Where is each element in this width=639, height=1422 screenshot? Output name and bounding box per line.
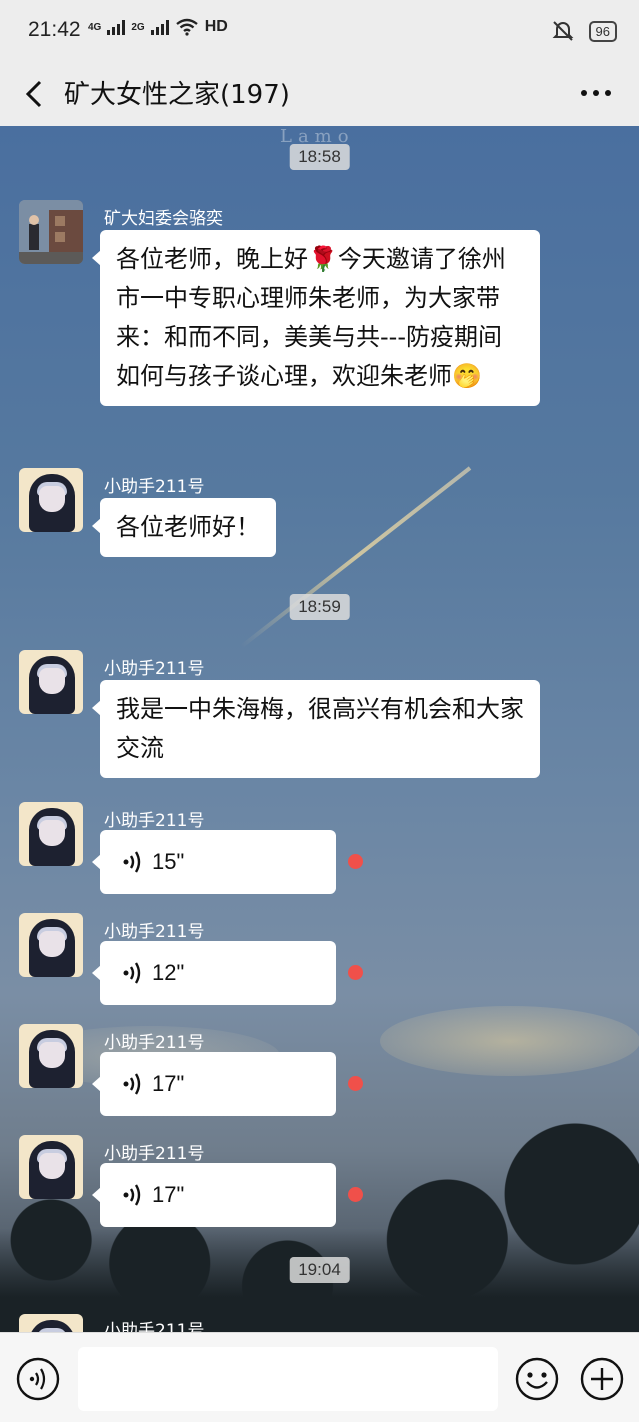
network-indicators: 4G 2G HD [88,18,228,36]
avatar-photo-icon [19,200,83,264]
avatar[interactable] [19,1135,83,1199]
message-bubble[interactable]: 各位老师好！ [92,498,276,557]
unread-dot [348,854,363,869]
voice-wave-icon [123,1073,141,1095]
battery-icon: 96 [588,20,617,42]
voice-wave-icon [123,1184,141,1206]
voice-duration: 15" [152,849,185,874]
voice-message[interactable]: 12" [92,941,336,1005]
sender-name: 小助手211号 [104,477,205,497]
avatar[interactable] [19,200,83,264]
status-bar: 21:42 4G 2G HD 96 [0,0,639,62]
voice-duration: 17" [152,1182,185,1207]
signal-icon-2 [150,19,169,35]
chat-message-list[interactable]: Lamo 18:58 矿大妇委会骆奕 各位老师，晚上好🌹今天邀请了徐州市一中专职… [0,126,639,1332]
wifi-icon [175,18,198,36]
voice-message[interactable]: 17" [92,1052,336,1116]
voice-duration: 12" [152,960,185,985]
network-4g-label: 4G [88,21,102,33]
status-right: 96 [551,20,617,42]
hd-label: HD [204,18,228,35]
background-contrail [240,466,472,649]
sender-name: 小助手211号 [104,811,205,831]
sender-name: 矿大妇委会骆奕 [104,209,223,229]
emoji-icon [515,1357,559,1401]
network-2g-label: 2G [131,21,145,33]
timestamp: 18:58 [289,144,350,170]
signal-icon [107,19,126,35]
back-button[interactable] [18,72,54,116]
unread-dot [348,965,363,980]
timestamp: 19:04 [289,1257,350,1283]
voice-wave-icon [16,1357,60,1401]
message-bubble[interactable]: 各位老师，晚上好🌹今天邀请了徐州市一中专职心理师朱老师，为大家带来：和而不同，美… [92,230,540,406]
chevron-left-icon [25,80,42,108]
avatar[interactable] [19,802,83,866]
unread-dot [348,1187,363,1202]
title-bar: 矿大女性之家(197) [0,62,639,126]
voice-wave-icon [123,851,141,873]
status-time: 21:42 [28,18,81,41]
voice-message[interactable]: 15" [92,830,336,894]
sender-name: 小助手211号 [104,1033,205,1053]
voice-message[interactable]: 17" [92,1163,336,1227]
unread-dot [348,1076,363,1091]
input-bar [0,1332,639,1422]
mute-bell-icon [552,21,573,41]
chat-title: 矿大女性之家(197) [64,80,290,110]
plus-icon [580,1357,624,1401]
avatar[interactable] [19,1024,83,1088]
more-functions-button[interactable] [580,1357,624,1401]
more-dots-icon [581,90,611,96]
voice-wave-icon [123,962,141,984]
emoji-button[interactable] [515,1357,559,1401]
voice-duration: 17" [152,1071,185,1096]
sender-name: 小助手211号 [104,1144,205,1164]
message-bubble[interactable]: 我是一中朱海梅，很高兴有机会和大家交流 [92,680,540,778]
avatar[interactable] [19,468,83,532]
sender-name: 小助手211号 [104,1321,205,1332]
more-button[interactable] [579,76,613,110]
avatar[interactable] [19,650,83,714]
message-input[interactable] [78,1347,498,1411]
background-cloud [380,1006,639,1076]
avatar[interactable] [19,913,83,977]
timestamp: 18:59 [289,594,350,620]
sender-name: 小助手211号 [104,922,205,942]
voice-input-button[interactable] [16,1357,60,1401]
avatar[interactable] [19,1314,83,1332]
sender-name: 小助手211号 [104,659,205,679]
